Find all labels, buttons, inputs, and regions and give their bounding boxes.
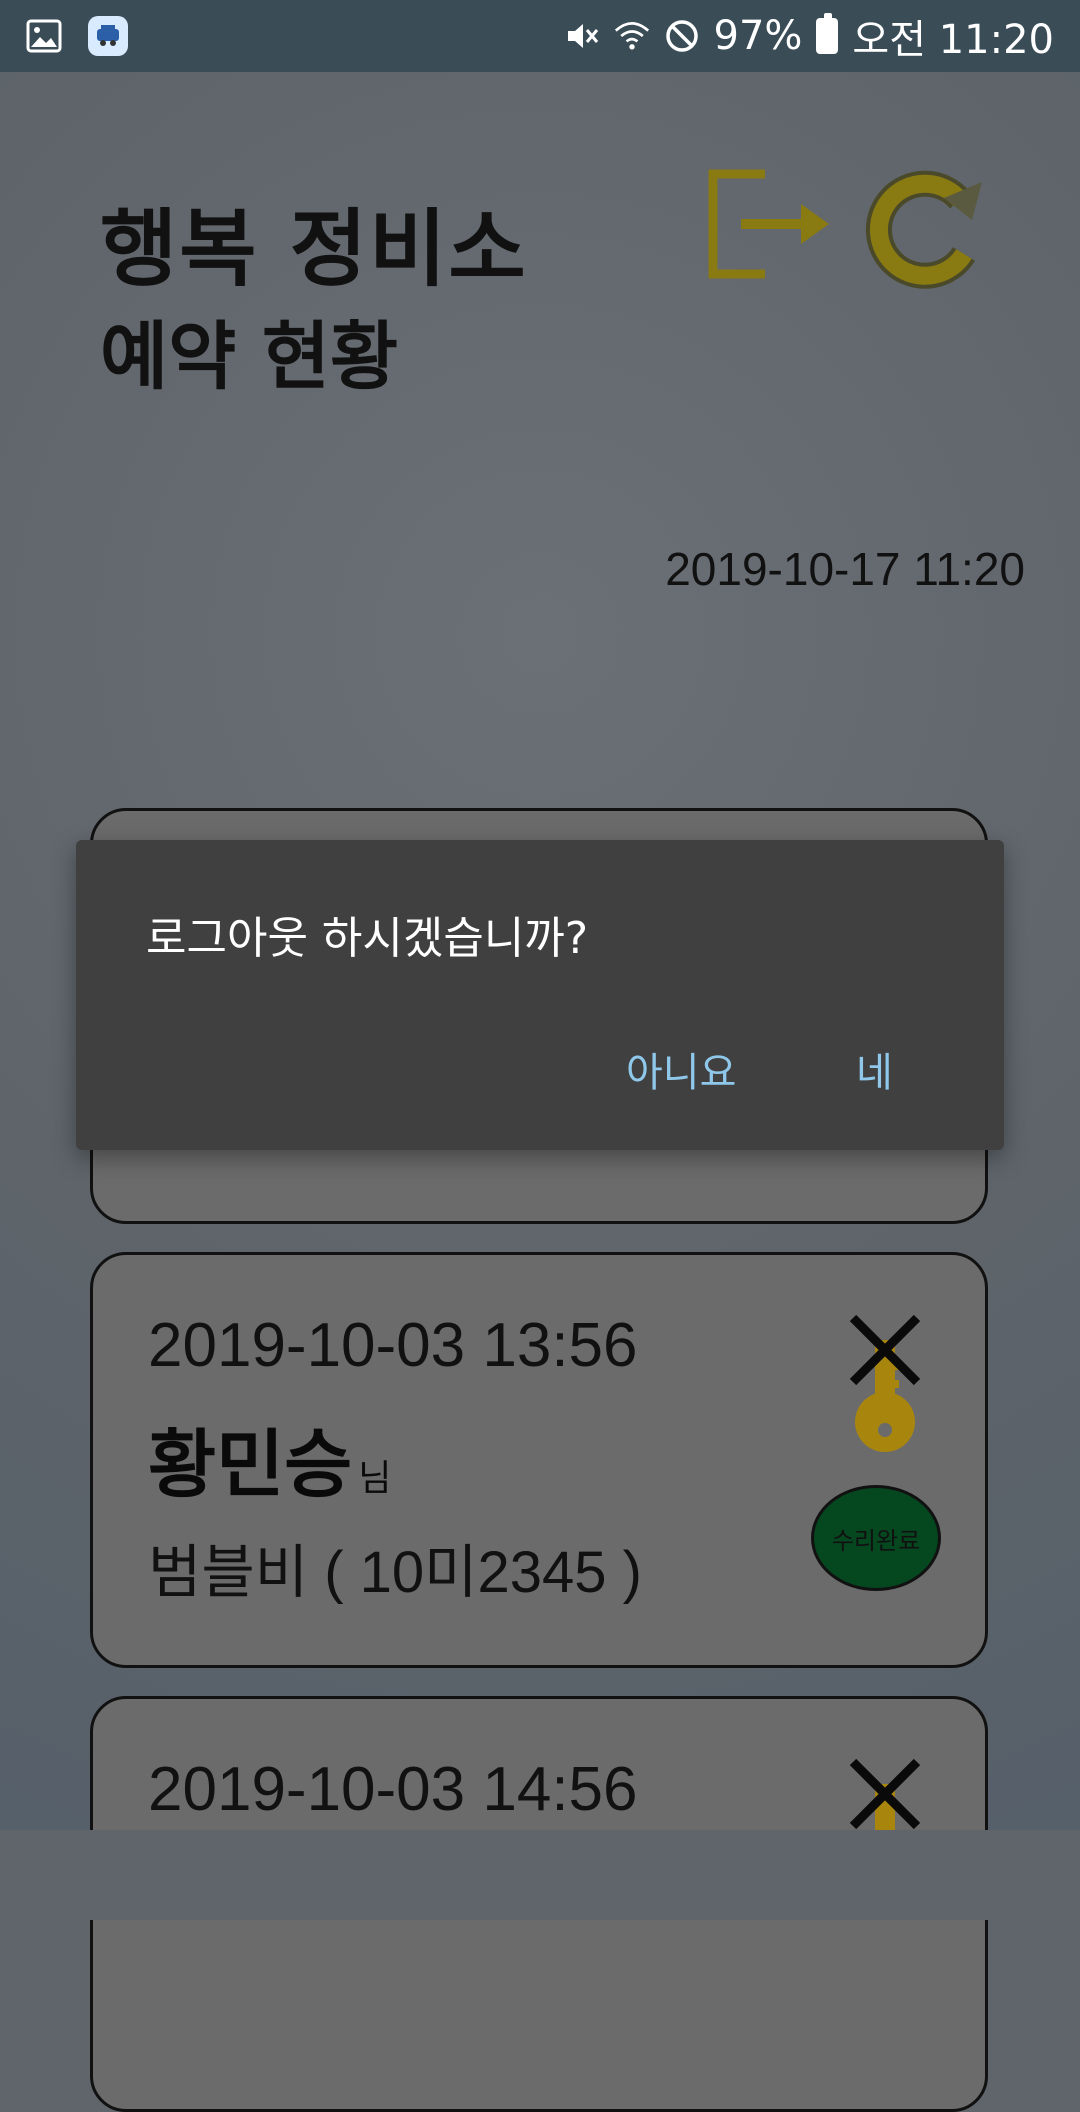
- reservation-datetime: 2019-10-03 14:56: [148, 1755, 638, 1824]
- page-title: 예약 현황: [100, 314, 399, 400]
- customer-name-text: 황민승: [148, 1422, 353, 1508]
- status-time: 오전 11:20: [852, 17, 1054, 63]
- status-bar-left: [26, 16, 128, 56]
- app-notification-icon: [88, 16, 128, 56]
- mute-icon: [564, 18, 600, 54]
- gallery-icon: [26, 18, 62, 54]
- logout-dialog: 로그아웃 하시겠습니까? 아니요 네: [76, 840, 1004, 1150]
- battery-percent: 97%: [713, 13, 803, 59]
- reservation-card[interactable]: 2019-10-03 13:56 황민승 님 범블비 ( 10미2345 ) 수리…: [90, 1252, 988, 1668]
- customer-name: 황민승 님: [148, 1405, 391, 1512]
- bottom-area: [0, 1830, 1080, 1920]
- current-datetime: 2019-10-17 11:20: [665, 543, 1025, 595]
- battery-icon: [816, 13, 839, 54]
- dialog-message: 로그아웃 하시겠습니까?: [146, 913, 589, 964]
- car-info: 범블비 ( 10미2345 ): [148, 1540, 642, 1605]
- shop-title: 행복 정비소: [100, 200, 528, 298]
- refresh-icon[interactable]: [860, 162, 990, 292]
- confirm-button[interactable]: 네: [856, 1040, 893, 1098]
- cancel-button[interactable]: 아니요: [626, 1040, 736, 1098]
- key-cancel-icon[interactable]: [845, 1310, 925, 1460]
- customer-honorific: 님: [358, 1458, 392, 1499]
- reservation-datetime: 2019-10-03 13:56: [148, 1311, 638, 1380]
- status-bar: 97% 오전 11:20: [0, 0, 1080, 72]
- status-bar-right: 97% 오전 11:20: [564, 7, 1054, 65]
- no-signal-icon: [664, 18, 700, 54]
- wifi-icon: [614, 18, 650, 54]
- status-badge[interactable]: 수리완료: [811, 1485, 941, 1591]
- logout-icon[interactable]: [705, 162, 845, 292]
